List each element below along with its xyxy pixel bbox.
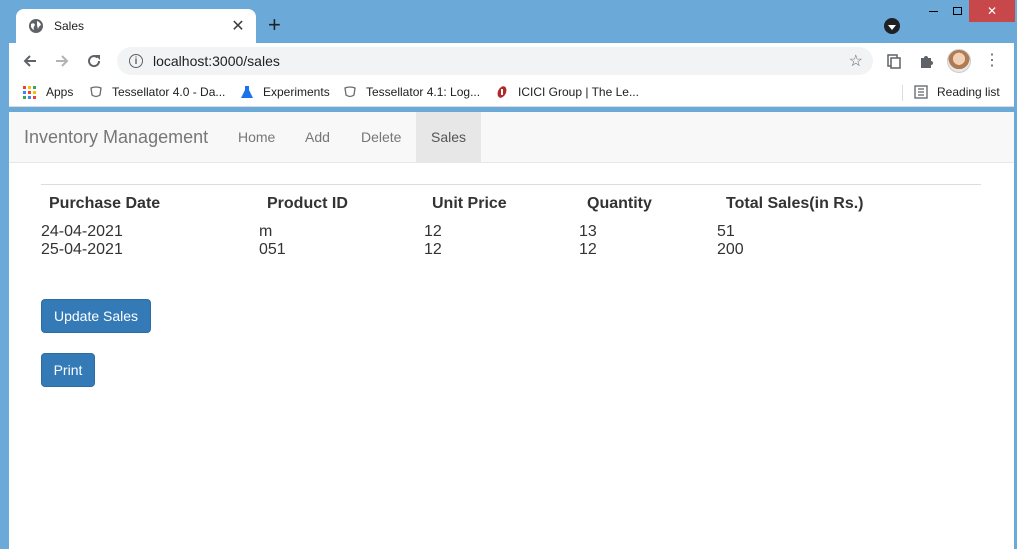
header-total-sales: Total Sales(in Rs.) xyxy=(726,195,864,212)
cell-product-id: 051 xyxy=(259,241,286,258)
nav-sales[interactable]: Sales xyxy=(416,112,482,163)
header-purchase-date: Purchase Date xyxy=(49,195,161,212)
tessellator-logo-icon xyxy=(344,86,356,98)
browser-tab[interactable]: Sales ✕ xyxy=(16,9,256,43)
print-button[interactable]: Print xyxy=(41,353,95,387)
flask-icon xyxy=(241,86,253,98)
nav-delete[interactable]: Delete xyxy=(346,112,416,163)
cell-total-sales: 200 xyxy=(717,241,744,258)
profile-avatar[interactable] xyxy=(947,49,971,73)
maximize-icon[interactable] xyxy=(942,0,972,22)
cell-product-id: m xyxy=(259,223,273,240)
icici-logo-icon xyxy=(497,86,507,98)
tab-close-icon[interactable]: ✕ xyxy=(230,16,246,36)
tessellator-logo-icon xyxy=(90,86,102,98)
bookmarks-bar: Apps Tessellator 4.0 - Da... Experiments… xyxy=(9,79,1014,107)
header-quantity: Quantity xyxy=(587,195,652,212)
cell-purchase-date: 25-04-2021 xyxy=(41,241,123,258)
page-content: Inventory Management Home Add Delete Sal… xyxy=(9,112,1014,549)
table-top-border xyxy=(41,184,981,185)
bookmark-label: Apps xyxy=(46,85,74,99)
bookmark-label: Tessellator 4.1: Log... xyxy=(366,85,481,99)
cell-quantity: 12 xyxy=(579,241,597,258)
bookmark-label: ICICI Group | The Le... xyxy=(518,85,639,99)
back-arrow-icon[interactable] xyxy=(20,51,40,71)
bookmark-tessellator-40[interactable]: Tessellator 4.0 - Da... xyxy=(89,85,225,99)
cell-unit-price: 12 xyxy=(424,223,442,240)
bookmark-label: Experiments xyxy=(263,85,330,99)
globe-icon xyxy=(29,19,43,33)
reading-list-label: Reading list xyxy=(937,85,1000,99)
app-navbar: Inventory Management Home Add Delete Sal… xyxy=(9,112,1014,163)
new-tab-icon[interactable]: + xyxy=(268,14,281,36)
cell-quantity: 13 xyxy=(579,223,597,240)
reading-list[interactable]: Reading list xyxy=(914,85,1000,99)
tab-title: Sales xyxy=(54,19,85,33)
apps-grid-icon xyxy=(23,85,36,99)
bookmark-label: Tessellator 4.0 - Da... xyxy=(112,85,226,99)
cell-total-sales: 51 xyxy=(717,223,735,240)
close-window-icon[interactable]: ✕ xyxy=(969,0,1015,22)
reading-list-icon xyxy=(914,85,928,99)
navbar-brand[interactable]: Inventory Management xyxy=(24,112,208,163)
bookmark-tessellator-41[interactable]: Tessellator 4.1: Log... xyxy=(343,85,480,99)
header-unit-price: Unit Price xyxy=(432,195,507,212)
browser-toolbar: i localhost:3000/sales ☆ ⋮ xyxy=(9,43,1014,79)
reload-icon[interactable] xyxy=(84,51,104,71)
update-sales-button[interactable]: Update Sales xyxy=(41,299,151,333)
extensions-puzzle-icon[interactable] xyxy=(918,53,934,69)
header-product-id: Product ID xyxy=(267,195,348,212)
extension-docs-icon[interactable] xyxy=(886,53,902,69)
nav-home[interactable]: Home xyxy=(223,112,290,163)
cell-purchase-date: 24-04-2021 xyxy=(41,223,123,240)
bookmark-experiments[interactable]: Experiments xyxy=(240,85,330,99)
bookmark-star-icon[interactable]: ☆ xyxy=(849,51,863,71)
url-text[interactable]: localhost:3000/sales xyxy=(153,53,849,69)
forward-arrow-icon[interactable] xyxy=(52,51,72,71)
tab-search-icon[interactable] xyxy=(884,18,900,34)
bookmarks-divider xyxy=(902,85,903,101)
more-menu-icon[interactable]: ⋮ xyxy=(984,51,1000,71)
bookmark-icici[interactable]: ICICI Group | The Le... xyxy=(495,85,639,99)
bookmark-apps[interactable]: Apps xyxy=(23,85,73,99)
address-bar[interactable]: i localhost:3000/sales ☆ xyxy=(117,47,873,75)
nav-add[interactable]: Add xyxy=(290,112,345,163)
info-icon[interactable]: i xyxy=(129,54,143,68)
cell-unit-price: 12 xyxy=(424,241,442,258)
browser-titlebar: Sales ✕ + ✕ xyxy=(0,0,1017,43)
